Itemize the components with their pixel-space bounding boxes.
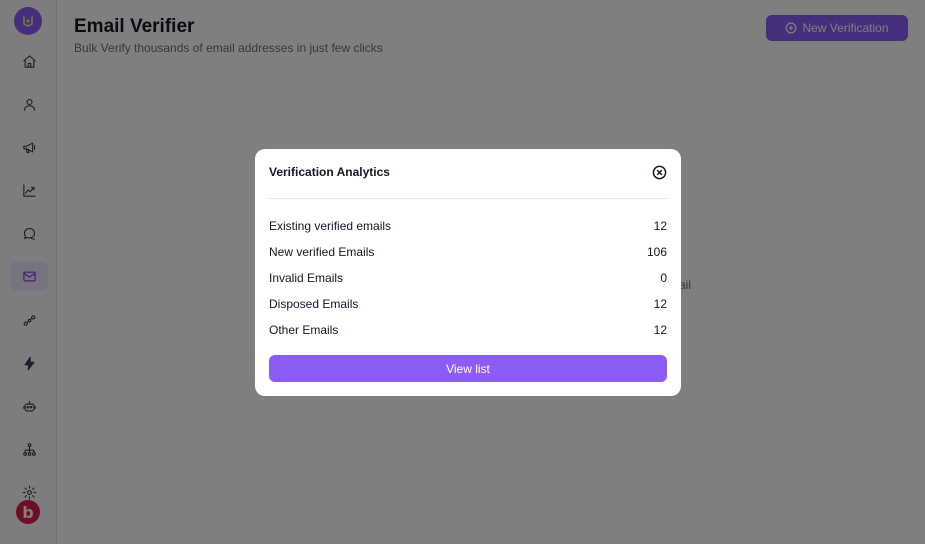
- stat-value: 0: [660, 271, 667, 285]
- stat-row-existing-verified: Existing verified emails 12: [269, 218, 667, 234]
- stat-row-invalid: Invalid Emails 0: [269, 270, 667, 286]
- modal-divider: [269, 198, 667, 199]
- stat-value: 12: [653, 297, 667, 311]
- stat-value: 106: [646, 245, 667, 259]
- close-icon: [652, 165, 666, 179]
- stat-row-other: Other Emails 12: [269, 322, 667, 338]
- modal-title: Verification Analytics: [269, 165, 390, 179]
- stat-value: 12: [653, 323, 667, 337]
- stat-label: New verified Emails: [269, 245, 375, 259]
- stat-label: Other Emails: [269, 323, 339, 337]
- stat-value: 12: [653, 219, 667, 233]
- stat-label: Invalid Emails: [269, 271, 344, 285]
- stat-label: Existing verified emails: [269, 219, 392, 233]
- close-button[interactable]: [651, 164, 667, 180]
- stat-label: Disposed Emails: [269, 297, 359, 311]
- stat-row-new-verified: New verified Emails 106: [269, 244, 667, 260]
- stat-row-disposed: Disposed Emails 12: [269, 296, 667, 312]
- view-list-button[interactable]: View list: [269, 355, 667, 382]
- verification-analytics-modal: Verification Analytics Existing verified…: [255, 149, 681, 396]
